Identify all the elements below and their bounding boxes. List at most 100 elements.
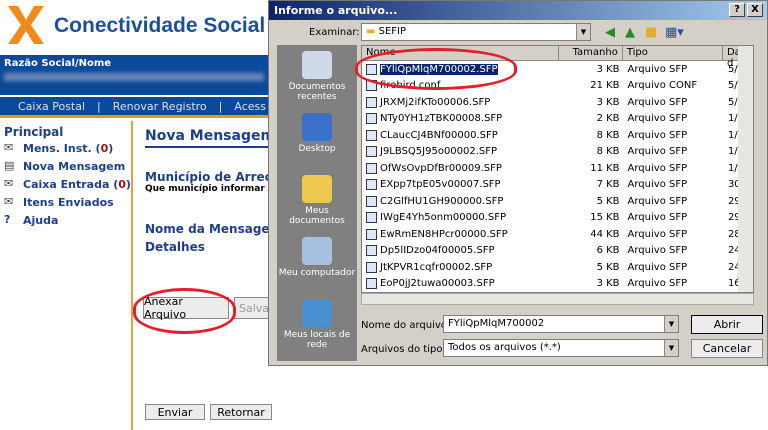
file-name: J9LBSQ5J95o00002.SFP: [380, 146, 498, 158]
sidebar-item-nova-mensagem[interactable]: ▤ Nova Mensagem: [4, 157, 131, 175]
sidebar-item-ajuda[interactable]: ? Ajuda: [4, 211, 131, 229]
file-row[interactable]: JRXMj2ifKTo00006.SFP3 KBArquivo SFP5/12/…: [362, 94, 753, 111]
col-tamanho[interactable]: Tamanho: [559, 46, 623, 60]
place-recent[interactable]: Documentos recentes: [277, 45, 357, 107]
file-row[interactable]: firebird.conf21 KBArquivo CONF5/12/2: [362, 78, 753, 95]
file-icon: [366, 129, 377, 141]
lookin-select[interactable]: ▬ SEFIP ▼: [361, 23, 591, 41]
file-row[interactable]: C2GlfHU1GH900000.SFP5 KBArquivo SFP29/11: [362, 193, 753, 210]
open-file-dialog: Informe o arquivo... ? X Examinar: ▬ SEF…: [268, 0, 768, 366]
lookin-value: SEFIP: [378, 26, 407, 37]
file-name-cell: IWgE4Yh5onm00000.SFP: [362, 212, 560, 224]
file-size: 8 KB: [596, 129, 620, 141]
file-icon: [366, 113, 377, 125]
file-size: 15 KB: [590, 212, 620, 224]
horizontal-scrollbar[interactable]: [361, 293, 754, 305]
sidebar-heading: Principal: [4, 125, 64, 139]
file-name: EXpp7tpE05v00007.SFP: [380, 179, 501, 191]
vertical-scrollbar[interactable]: [738, 46, 753, 292]
file-size: 7 KB: [596, 179, 620, 191]
back-icon[interactable]: ◀: [605, 25, 615, 40]
sidebar-item-itens-enviados[interactable]: ✉ Itens Enviados: [4, 193, 131, 211]
view-menu-icon[interactable]: ▦▾: [665, 25, 684, 40]
documents-icon: [302, 175, 332, 203]
top-nav: Caixa Postal | Renovar Registro | Acess: [0, 97, 280, 118]
file-icon: [366, 146, 377, 158]
place-documents[interactable]: Meus documentos: [277, 169, 357, 231]
anexar-arquivo-button[interactable]: Anexar Arquivo: [143, 295, 229, 321]
file-row[interactable]: FYliQpMlqM700002.SFP3 KBArquivo SFP5/12/…: [362, 61, 753, 78]
file-name-cell: EoP0jJ2tuwa00003.SFP: [362, 278, 560, 290]
file-row[interactable]: CLaucCJ4BNf00000.SFP8 KBArquivo SFP1/12/…: [362, 127, 753, 144]
label: Caixa Entrada (: [23, 177, 119, 191]
close-button[interactable]: X: [747, 3, 763, 17]
file-row[interactable]: Dp5lIDzo04f00005.SFP6 KBArquivo SFP24/11: [362, 243, 753, 260]
file-name-cell: CLaucCJ4BNf00000.SFP: [362, 129, 560, 141]
label: Meus locais de rede: [283, 330, 351, 350]
retornar-button[interactable]: Retornar: [210, 404, 272, 420]
file-size: 3 KB: [596, 96, 620, 108]
file-name-cell: EXpp7tpE05v00007.SFP: [362, 179, 560, 191]
file-type: Arquivo SFP: [627, 179, 688, 191]
razao-label: Razão Social/Nome: [4, 58, 112, 69]
cancel-button[interactable]: Cancelar: [691, 339, 763, 358]
file-row[interactable]: IWgE4Yh5onm00000.SFP15 KBArquivo SFP29/1…: [362, 210, 753, 227]
sidebar-item-mens-inst[interactable]: ✉ Mens. Inst. (0): [4, 139, 131, 157]
recent-icon: [302, 51, 332, 79]
enviar-button[interactable]: Enviar: [145, 404, 205, 420]
col-tipo[interactable]: Tipo: [623, 46, 723, 60]
label: Desktop: [298, 144, 336, 154]
file-name: CLaucCJ4BNf00000.SFP: [380, 129, 498, 141]
logo-icon: [8, 6, 44, 44]
filename-input[interactable]: FYliQpMlqM700002 ▼: [443, 315, 679, 333]
sidebar-item-caixa-entrada[interactable]: ✉ Caixa Entrada (0): [4, 175, 131, 193]
places-bar: Documentos recentes Desktop Meus documen…: [277, 45, 357, 361]
file-name-cell: NTy0YH1zTBK00008.SFP: [362, 113, 560, 125]
file-name: OfWsOvpDfBr00009.SFP: [380, 162, 502, 174]
book-icon: ▤: [4, 159, 15, 172]
file-name-cell: EwRmEN8HPcr00000.SFP: [362, 228, 560, 240]
file-size: 6 KB: [596, 245, 620, 257]
file-size: 8 KB: [596, 146, 620, 158]
help-button[interactable]: ?: [729, 3, 745, 17]
paren: ): [108, 141, 114, 155]
file-row[interactable]: EoP0jJ2tuwa00003.SFP3 KBArquivo SFP16/11: [362, 276, 753, 293]
nav-acesso[interactable]: Acess: [234, 100, 266, 113]
place-desktop[interactable]: Desktop: [277, 107, 357, 169]
label: Mens. Inst. (: [23, 141, 101, 155]
file-row[interactable]: EXpp7tpE05v00007.SFP7 KBArquivo SFP30/11: [362, 177, 753, 194]
file-row[interactable]: J9LBSQ5J95o00002.SFP8 KBArquivo SFP1/12/…: [362, 144, 753, 161]
file-row[interactable]: EwRmEN8HPcr00000.SFP44 KBArquivo SFP28/1…: [362, 226, 753, 243]
file-icon: [366, 63, 377, 75]
col-nome[interactable]: Nome: [362, 46, 560, 60]
file-type: Arquivo SFP: [627, 113, 688, 125]
file-name-cell: J9LBSQ5J95o00002.SFP: [362, 146, 560, 158]
file-name: FYliQpMlqM700002.SFP: [380, 63, 498, 75]
file-icon: [366, 179, 377, 191]
file-type: Arquivo SFP: [627, 146, 688, 158]
file-size: 2 KB: [596, 113, 620, 125]
nav-caixa-postal[interactable]: Caixa Postal: [18, 100, 85, 113]
file-name: IWgE4Yh5onm00000.SFP: [380, 212, 506, 224]
file-row[interactable]: NTy0YH1zTBK00008.SFP2 KBArquivo SFP1/12/…: [362, 111, 753, 128]
place-network[interactable]: Meus locais de rede: [277, 293, 357, 355]
municipio-question: Que município informar ?: [145, 184, 274, 194]
dialog-titlebar[interactable]: Informe o arquivo... ? X: [269, 1, 767, 20]
sidebar: Principal ✉ Mens. Inst. (0) ▤ Nova Mensage…: [0, 121, 133, 430]
file-icon: [366, 261, 377, 273]
label: Ajuda: [23, 213, 59, 227]
help-icon: ?: [4, 213, 11, 226]
filetype-select[interactable]: Todos os arquivos (*.*) ▼: [443, 339, 679, 357]
file-row[interactable]: OfWsOvpDfBr00009.SFP11 KBArquivo SFP1/12…: [362, 160, 753, 177]
content: Nova Mensagem - Município de Arrecad Que…: [145, 128, 280, 254]
paren: ): [125, 177, 131, 191]
detalhes-label: Detalhes: [145, 240, 205, 254]
new-folder-icon[interactable]: ■: [645, 25, 657, 40]
file-size: 3 KB: [596, 63, 620, 75]
nav-renovar-registro[interactable]: Renovar Registro: [113, 100, 207, 113]
open-button[interactable]: Abrir: [691, 315, 763, 334]
place-computer[interactable]: Meu computador: [277, 231, 357, 293]
up-folder-icon[interactable]: ▲: [625, 25, 635, 40]
file-size: 3 KB: [596, 278, 620, 290]
file-row[interactable]: JtKPVR1cqfr00002.SFP5 KBArquivo SFP24/11: [362, 259, 753, 276]
